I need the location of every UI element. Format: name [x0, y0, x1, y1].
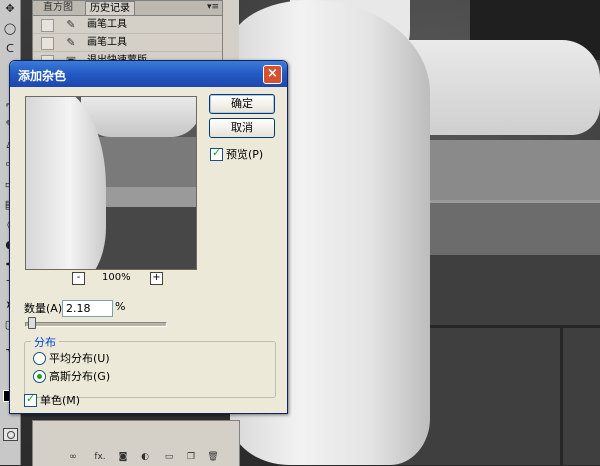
- dialog-titlebar[interactable]: 添加杂色 ×: [10, 61, 287, 87]
- preview-arm: [81, 97, 196, 137]
- gaussian-label: 高斯分布(G): [49, 370, 111, 383]
- distribution-group: 分布 平均分布(U) 高斯分布(G): [24, 334, 276, 398]
- history-scrollbar[interactable]: [222, 0, 239, 68]
- dialog-title: 添加杂色: [18, 69, 67, 83]
- adjustment-icon[interactable]: ◐: [139, 451, 151, 463]
- close-icon[interactable]: ×: [263, 65, 282, 84]
- zoom-in-button[interactable]: +: [150, 272, 163, 285]
- monochrome-checkbox[interactable]: [24, 392, 37, 407]
- brush-icon: ✎: [66, 36, 76, 49]
- fx-icon[interactable]: fx.: [91, 451, 109, 463]
- snapshot-toggle[interactable]: [41, 37, 54, 50]
- history-step[interactable]: ✎ 画笔工具: [33, 16, 223, 34]
- preview-thumbnail[interactable]: [25, 96, 197, 270]
- amount-unit: %: [115, 300, 126, 313]
- preview-checkbox-label: 预览(P): [226, 148, 264, 161]
- gaussian-radio[interactable]: [33, 370, 46, 383]
- uniform-radio[interactable]: [33, 352, 46, 365]
- history-step[interactable]: ✎ 画笔工具: [33, 34, 223, 52]
- add-noise-dialog: 添加杂色 × - 100% + 确定 取消 预览(P) 数量(A): 2.18 …: [9, 60, 288, 414]
- cancel-button[interactable]: 取消: [209, 118, 275, 138]
- distribution-title: 分布: [31, 334, 59, 350]
- new-layer-icon[interactable]: ❐: [185, 451, 197, 463]
- amount-label: 数量(A):: [24, 302, 66, 315]
- history-step-label: 画笔工具: [87, 37, 127, 48]
- group-icon[interactable]: ▭: [163, 451, 175, 463]
- monochrome-label: 单色(M): [40, 394, 81, 407]
- tab-histogram[interactable]: 直方图: [39, 1, 77, 14]
- preview-ledge: [91, 137, 196, 187]
- panel-menu-icon[interactable]: ▾≡: [207, 2, 219, 12]
- link-icon[interactable]: ∞: [67, 451, 79, 463]
- zoom-level: 100%: [102, 272, 131, 283]
- snapshot-toggle[interactable]: [41, 19, 54, 32]
- preview-ledge-face: [91, 187, 196, 207]
- uniform-label: 平均分布(U): [49, 352, 110, 365]
- zoom-out-button[interactable]: -: [72, 272, 85, 285]
- preview-checkbox[interactable]: [210, 146, 223, 161]
- amount-slider-thumb[interactable]: [27, 317, 36, 329]
- tab-history[interactable]: 历史记录: [85, 1, 135, 15]
- preview-wall: [91, 207, 196, 269]
- brush-icon: ✎: [66, 18, 76, 31]
- zoom-controls: - 100% +: [72, 272, 163, 286]
- amount-slider-track[interactable]: [25, 322, 167, 327]
- move-icon[interactable]: ✥: [3, 2, 17, 16]
- ok-button[interactable]: 确定: [209, 94, 275, 114]
- trash-icon[interactable]: 🗑: [207, 451, 219, 463]
- lasso-icon[interactable]: ᑕ: [3, 42, 17, 56]
- history-step-label: 画笔工具: [87, 19, 127, 30]
- mask-icon[interactable]: ◙: [117, 451, 129, 463]
- brick-joint: [560, 328, 563, 465]
- layers-panel: ∞ fx. ◙ ◐ ▭ ❐ 🗑: [32, 420, 240, 466]
- panel-tab-bar: 直方图 历史记录 ▾≡: [33, 1, 223, 16]
- amount-field[interactable]: 2.18: [62, 300, 113, 317]
- quickmask-icon[interactable]: [3, 428, 18, 441]
- lasso-icon[interactable]: ◯: [3, 22, 17, 36]
